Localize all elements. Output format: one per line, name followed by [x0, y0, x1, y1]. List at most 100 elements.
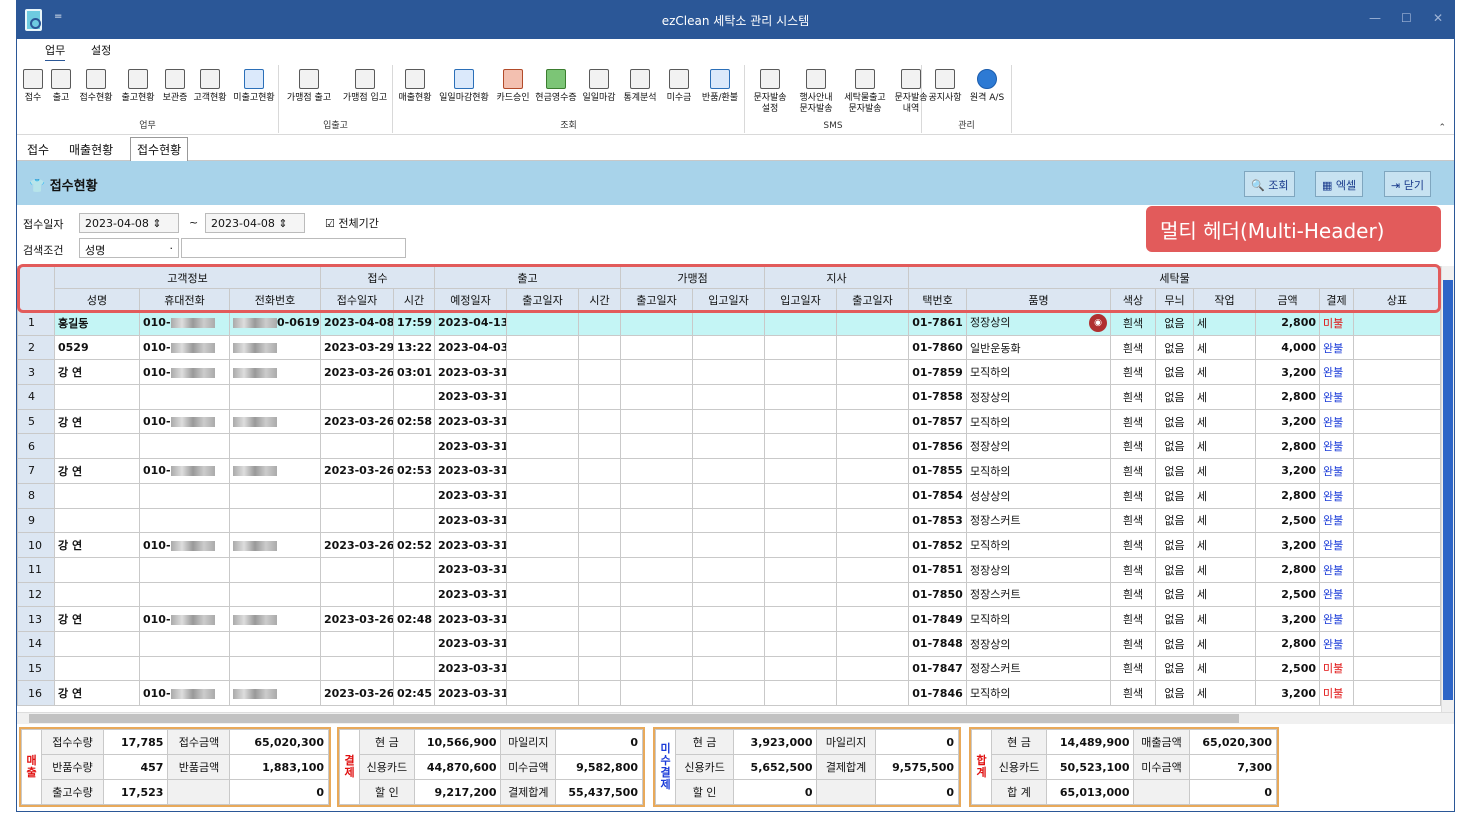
column-header[interactable]: 시간: [393, 288, 435, 311]
column-header[interactable]: 성명: [54, 288, 140, 311]
search-field-select[interactable]: 성명 ·: [79, 238, 179, 258]
cell-item: 정장상의: [966, 433, 1112, 460]
column-header[interactable]: 출고일자: [506, 288, 579, 311]
column-header[interactable]: 출고일자: [620, 288, 694, 311]
column-header[interactable]: 휴대전화: [139, 288, 230, 311]
cell-branch-out: [836, 408, 910, 435]
cell-brand: [1353, 433, 1441, 460]
horizontal-scrollbar[interactable]: [17, 712, 1454, 724]
column-header[interactable]: 예정일자: [434, 288, 507, 311]
cell-tag: 01-7854: [908, 482, 968, 509]
cell-tag: 01-7860: [908, 334, 968, 361]
doc-tab-reception-status[interactable]: 접수현황: [130, 137, 189, 161]
column-header[interactable]: 시간: [577, 288, 622, 311]
all-period-checkbox[interactable]: ☑ 전체기간: [325, 215, 379, 231]
cell-date: [320, 556, 394, 583]
ribbon-button-sms-2[interactable]: 세탁물출고 문자발송: [840, 69, 890, 115]
ribbon-button-query-1[interactable]: 일일마감현황: [436, 69, 492, 104]
table-row[interactable]: 3강 연 010- 2023-03-26 03:01 2023-03-31 01-7859…: [17, 359, 1441, 386]
ribbon-button-admin-0[interactable]: 공지사항: [925, 69, 965, 104]
close-icon[interactable]: ✕: [1433, 11, 1443, 25]
column-header[interactable]: 작업: [1193, 288, 1257, 311]
table-row[interactable]: 4 2023-03-31 01-7858 정장상의 흰색 없음 세 2,800 완불: [17, 384, 1441, 410]
cell-name: [54, 507, 140, 534]
table-row[interactable]: 12 2023-03-31 01-7850 정장스커트 흰색 없음 세 2,500 완불: [17, 581, 1441, 608]
doc-tab-reception[interactable]: 접수: [21, 139, 55, 160]
cell-pattern: 없음: [1155, 630, 1195, 657]
ribbon-button-query-4[interactable]: 일일마감: [580, 69, 618, 104]
table-row[interactable]: 7강 연 010- 2023-03-26 02:53 2023-03-31 01-7855…: [17, 458, 1441, 484]
ribbon-button-query-7[interactable]: 반품/환불: [698, 69, 742, 104]
excel-button[interactable]: ▦ 엑셀: [1315, 171, 1364, 197]
cell-due: 2023-03-31: [434, 532, 507, 558]
vertical-scrollbar[interactable]: [1441, 266, 1454, 712]
table-row[interactable]: 11 2023-03-31 01-7851 정장상의 흰색 없음 세 2,800 완불: [17, 556, 1441, 583]
column-header[interactable]: 무늬: [1155, 288, 1195, 311]
ribbon-button-inout-1[interactable]: 가맹점 입고: [338, 69, 392, 104]
table-row[interactable]: 6 2023-03-31 01-7856 정장상의 흰색 없음 세 2,800 완불: [17, 433, 1441, 460]
ribbon-button-inout-0[interactable]: 가맹점 출고: [282, 69, 336, 104]
ribbon-button-sms-1[interactable]: 행사안내 문자발송: [794, 69, 838, 115]
column-header[interactable]: 전화번호: [229, 288, 321, 311]
column-header[interactable]: 품명: [966, 288, 1112, 311]
ribbon-button-query-3[interactable]: 현금영수증: [534, 69, 578, 104]
column-header[interactable]: 접수일자: [320, 288, 394, 311]
summary-value: 9,582,800: [555, 754, 643, 780]
ribbon-button-query-2[interactable]: 카드승인: [494, 69, 532, 104]
ribbon-button-work-6[interactable]: 미출고현황: [230, 69, 278, 104]
ribbon-button-work-4[interactable]: 보관증: [160, 69, 190, 104]
cell-work: 세: [1193, 581, 1257, 608]
summary-label: 신용카드: [674, 754, 735, 780]
column-header[interactable]: 출고일자: [836, 288, 910, 311]
column-header[interactable]: 색상: [1110, 288, 1157, 311]
menu-tab-work[interactable]: 업무: [45, 42, 66, 62]
cell-time: 02:58: [393, 408, 435, 435]
search-button[interactable]: 🔍 조회: [1244, 171, 1296, 197]
date-to-input[interactable]: 2023-04-08 ⇕: [205, 213, 305, 233]
summary-label: [816, 779, 876, 805]
search-value-input[interactable]: [181, 238, 406, 258]
row-number: 5: [17, 408, 55, 435]
table-row[interactable]: 13 강 연 010- 2023-03-26 02:48 2023-03-31 01-784…: [17, 606, 1441, 632]
ribbon-button-sms-0[interactable]: 문자발송 설정: [748, 69, 792, 115]
cell-franchise-out: [620, 310, 694, 336]
maximize-icon[interactable]: ☐: [1401, 11, 1412, 25]
column-header[interactable]: 입고일자: [692, 288, 766, 311]
ribbon-button-query-6[interactable]: 미수금: [662, 69, 696, 104]
ribbon-button-query-5[interactable]: 통계분석: [620, 69, 660, 104]
ribbon-button-work-5[interactable]: 고객현황: [192, 69, 228, 104]
cell-color: 흰색: [1110, 482, 1157, 509]
table-row[interactable]: 15 2023-03-31 01-7847 정장스커트 흰색 없음 세 2,500 미불: [17, 655, 1441, 682]
scroll-thumb[interactable]: [29, 714, 1239, 723]
cell-color: 흰색: [1110, 556, 1157, 583]
ribbon-button-work-3[interactable]: 출고현황: [118, 69, 158, 104]
table-row[interactable]: 10 강 연 010- 2023-03-26 02:52 2023-03-31 01-785…: [17, 532, 1441, 558]
cell-work: 세: [1193, 532, 1257, 558]
table-row[interactable]: 5강 연 010- 2023-03-26 02:58 2023-03-31 01-7857…: [17, 408, 1441, 435]
ribbon-button-work-1[interactable]: 출고: [48, 69, 74, 104]
doc-tab-sales[interactable]: 매출현황: [63, 139, 119, 160]
scroll-thumb[interactable]: [1443, 280, 1453, 700]
date-from-input[interactable]: 2023-04-08 ⇕: [79, 213, 179, 233]
minimize-icon[interactable]: —: [1369, 11, 1381, 25]
ribbon-button-admin-1[interactable]: 원격 A/S: [967, 69, 1007, 104]
cell-franchise-in: [692, 334, 766, 361]
table-row[interactable]: 2 0529 010- 2023-03-29 13:22 2023-04-03 01-786…: [17, 334, 1441, 361]
column-header[interactable]: 상표: [1353, 288, 1441, 311]
close-panel-button[interactable]: ⇥ 닫기: [1384, 171, 1431, 197]
ribbon-button-work-0[interactable]: 접수: [20, 69, 46, 104]
table-row[interactable]: 8 2023-03-31 01-7854 성상상의 흰색 없음 세 2,800 완불: [17, 482, 1441, 509]
table-row[interactable]: 1 홍길동 010- 0-0619 2023-04-08 17:59 2023-04-13 0…: [17, 310, 1441, 336]
collapse-ribbon-icon[interactable]: ⌃: [1438, 123, 1446, 133]
table-row[interactable]: 16 강 연 010- 2023-03-26 02:45 2023-03-31 01-784…: [17, 680, 1441, 706]
camera-icon[interactable]: ◉: [1089, 313, 1108, 332]
ribbon-button-work-2[interactable]: 접수현황: [76, 69, 116, 104]
column-header[interactable]: 택번호: [908, 288, 968, 311]
ribbon-button-query-0[interactable]: 매출현황: [396, 69, 434, 104]
column-header[interactable]: 결제: [1319, 288, 1355, 311]
table-row[interactable]: 14 2023-03-31 01-7848 정장상의 흰색 없음 세 2,800 완불: [17, 630, 1441, 657]
table-row[interactable]: 9 2023-03-31 01-7853 정장스커트 흰색 없음 세 2,500 완불: [17, 507, 1441, 534]
menu-tab-settings[interactable]: 설정: [91, 42, 111, 58]
column-header[interactable]: 금액: [1255, 288, 1321, 311]
column-header[interactable]: 입고일자: [764, 288, 838, 311]
